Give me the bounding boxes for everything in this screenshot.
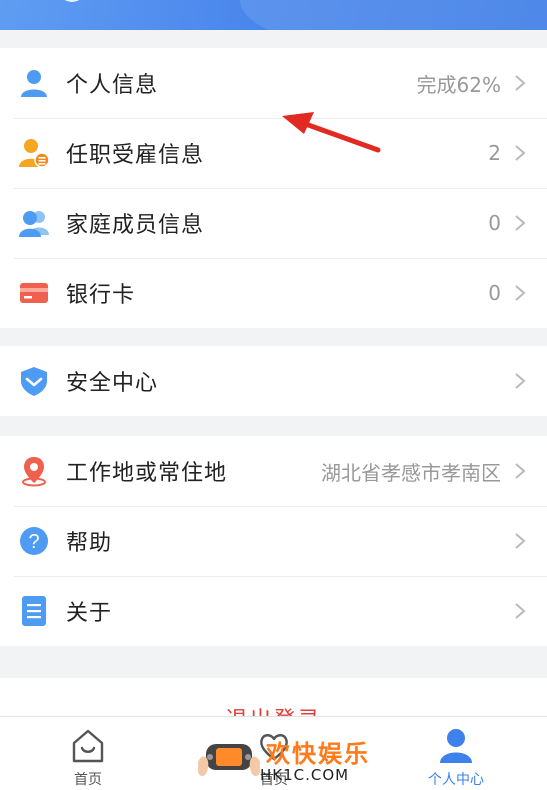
menu-item-label: 任职受雇信息	[66, 143, 205, 168]
menu-item-label: 安全中心	[66, 371, 159, 396]
svg-text:?: ?	[28, 531, 39, 553]
profile-header-band	[0, 0, 547, 30]
menu-item-value: 0	[488, 281, 501, 305]
menu-item-about[interactable]: 关于	[0, 576, 547, 646]
header-wave-decoration	[240, 0, 547, 30]
document-icon	[22, 596, 46, 626]
avatar	[58, 0, 86, 2]
menu-item-security-center[interactable]: 安全中心	[0, 346, 547, 416]
chevron-right-icon	[515, 463, 526, 479]
menu-group-general: 工作地或常住地 湖北省孝感市孝南区 ? 帮助 关于	[0, 436, 547, 646]
tab-home-label: 首页	[74, 772, 102, 788]
menu-item-label: 家庭成员信息	[66, 213, 205, 238]
help-icon: ?	[20, 527, 48, 555]
menu-item-value: 2	[488, 141, 501, 165]
tab-profile-label: 个人中心	[428, 772, 484, 788]
bank-card-icon	[20, 283, 48, 303]
menu-item-label: 个人信息	[66, 73, 159, 98]
tab-profile[interactable]: 个人中心	[386, 717, 526, 790]
watermark: 欢快娱乐 HK1C.COM	[196, 728, 376, 788]
menu-item-value: 完成62%	[416, 72, 501, 97]
tab-home[interactable]: 首页	[18, 717, 158, 790]
menu-item-value: 0	[488, 211, 501, 235]
menu-item-family-info[interactable]: 家庭成员信息 0	[0, 188, 547, 258]
chevron-right-icon	[515, 145, 526, 161]
person-icon	[21, 70, 47, 97]
employment-icon	[19, 139, 50, 168]
chevron-right-icon	[515, 75, 526, 91]
chevron-right-icon	[515, 603, 526, 619]
home-icon	[72, 729, 104, 763]
chevron-right-icon	[515, 373, 526, 389]
menu-item-value: 湖北省孝感市孝南区	[321, 460, 501, 485]
person-icon	[440, 729, 472, 763]
annotation-arrow-icon	[282, 112, 381, 153]
watermark-url: HK1C.COM	[260, 766, 350, 784]
chevron-right-icon	[515, 533, 526, 549]
menu-item-work-location[interactable]: 工作地或常住地 湖北省孝感市孝南区	[0, 436, 547, 506]
logout-button[interactable]: 退出登录	[0, 678, 547, 718]
shield-icon	[21, 367, 47, 396]
menu-item-label: 银行卡	[66, 283, 136, 308]
menu-item-label: 工作地或常住地	[66, 461, 228, 486]
menu-group-security: 安全中心	[0, 346, 547, 416]
chevron-right-icon	[515, 215, 526, 231]
menu-item-bank-card[interactable]: 银行卡 0	[0, 258, 547, 328]
family-icon	[19, 211, 49, 237]
menu-item-label: 关于	[66, 601, 113, 626]
chevron-right-icon	[515, 285, 526, 301]
watermark-title: 欢快娱乐	[266, 740, 370, 768]
menu-item-help[interactable]: ? 帮助	[0, 506, 547, 576]
gamepad-hands-icon	[198, 744, 260, 777]
menu-group-personal: 个人信息 完成62% 任职受雇信息 2 家庭成员信息 0 银行卡 0	[0, 48, 547, 328]
menu-item-label: 帮助	[66, 531, 113, 556]
location-pin-icon	[22, 457, 46, 487]
